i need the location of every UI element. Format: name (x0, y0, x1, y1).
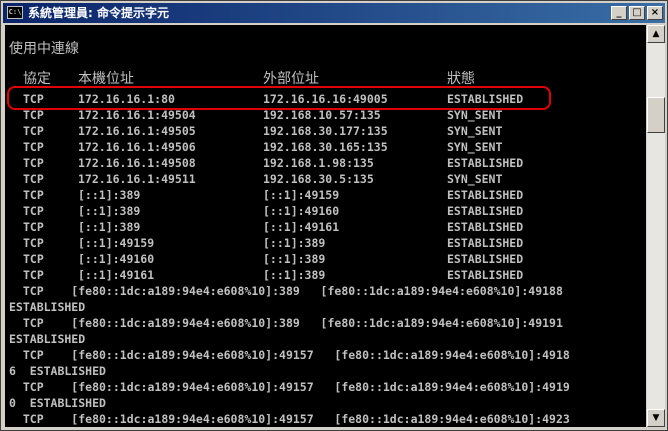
scroll-down-icon[interactable]: ▼ (647, 409, 665, 427)
row-state: SYN_SENT (447, 140, 503, 154)
console-line: TCP [fe80::1dc:a189:94e4:e608%10]:49157 … (9, 348, 570, 362)
row-state: ESTABLISHED (447, 204, 524, 218)
console-line: TCP [fe80::1dc:a189:94e4:e608%10]:389 [f… (9, 316, 563, 330)
table-row: TCP [::1]:389 [::1]:49160 ESTABLISHED (9, 203, 629, 219)
row-state: ESTABLISHED (447, 220, 524, 234)
row-foreign-address: [::1]:389 (263, 236, 326, 250)
row-state: ESTABLISHED (447, 156, 524, 170)
console-line: TCP [fe80::1dc:a189:94e4:e608%10]:49157 … (9, 380, 570, 394)
row-local-address: 172.16.16.1:49508 (78, 156, 196, 170)
row-protocol: TCP (23, 236, 44, 250)
row-state: ESTABLISHED (447, 268, 524, 282)
row-local-address: 172.16.16.1:49505 (78, 124, 196, 138)
table-row: TCP [::1]:49160 [::1]:389 ESTABLISHED (9, 251, 629, 267)
row-protocol: TCP (23, 204, 44, 218)
table-row: TCP 172.16.16.1:49505 192.168.30.177:135 SY… (9, 123, 629, 139)
row-protocol: TCP (23, 92, 44, 106)
console-output[interactable]: 使用中連線 協定 本機位址 外部位址 狀態 TCP 172.16.16.1:80 1… (5, 25, 646, 427)
row-local-address: [::1]:389 (78, 188, 141, 202)
vertical-scrollbar[interactable]: ▲ ▼ (647, 25, 665, 427)
row-foreign-address: 172.16.16.16:49005 (263, 92, 388, 106)
row-state: ESTABLISHED (447, 92, 524, 106)
table-row: TCP [::1]:49161 [::1]:389 ESTABLISHED (9, 267, 629, 283)
row-foreign-address: [::1]:389 (263, 252, 326, 266)
row-protocol: TCP (23, 220, 44, 234)
scroll-thumb[interactable] (647, 97, 665, 133)
console-line: TCP [fe80::1dc:a189:94e4:e608%10]:389 [f… (9, 284, 563, 298)
row-protocol: TCP (23, 252, 44, 266)
row-foreign-address: [::1]:49159 (263, 188, 340, 202)
header-foreign-address: 外部位址 (263, 71, 319, 87)
row-protocol: TCP (23, 156, 44, 170)
row-state: ESTABLISHED (447, 188, 524, 202)
scroll-up-icon[interactable]: ▲ (647, 25, 665, 43)
console-icon[interactable]: C:\ (7, 6, 23, 19)
row-foreign-address: [::1]:49161 (263, 220, 340, 234)
row-foreign-address: 192.168.1.98:135 (263, 156, 374, 170)
row-protocol: TCP (23, 188, 44, 202)
row-foreign-address: 192.168.10.57:135 (263, 108, 381, 122)
title-bar[interactable]: C:\ 系統管理員: 命令提示字元 _ □ × (3, 3, 665, 23)
row-local-address: 172.16.16.1:49506 (78, 140, 196, 154)
console-line: 6 ESTABLISHED (9, 364, 106, 378)
command-prompt-window: C:\ 系統管理員: 命令提示字元 _ □ × 使用中連線 協定 本機位址 外部… (0, 0, 668, 431)
console-line: ESTABLISHED (9, 332, 86, 346)
header-protocol: 協定 (23, 71, 51, 87)
row-protocol: TCP (23, 268, 44, 282)
table-row: TCP 172.16.16.1:49506 192.168.30.165:135 SY… (9, 139, 629, 155)
row-protocol: TCP (23, 172, 44, 186)
header-state: 狀態 (447, 71, 475, 87)
row-foreign-address: 192.168.30.5:135 (263, 172, 374, 186)
row-local-address: [::1]:49160 (78, 252, 155, 266)
row-local-address: [::1]:389 (78, 220, 141, 234)
row-state: SYN_SENT (447, 172, 503, 186)
row-foreign-address: 192.168.30.165:135 (263, 140, 388, 154)
close-button[interactable]: × (647, 6, 663, 20)
column-headers: 協定 本機位址 外部位址 狀態 (9, 71, 629, 87)
row-local-address: 172.16.16.1:80 (78, 92, 175, 106)
table-row: TCP [::1]:389 [::1]:49161 ESTABLISHED (9, 219, 629, 235)
row-local-address: [::1]:49161 (78, 268, 155, 282)
table-row: TCP 172.16.16.1:80 172.16.16.16:49005 ESTAB… (9, 91, 629, 107)
table-row: TCP [::1]:49159 [::1]:389 ESTABLISHED (9, 235, 629, 251)
section-title: 使用中連線 (9, 41, 79, 57)
row-local-address: 172.16.16.1:49511 (78, 172, 196, 186)
maximize-button[interactable]: □ (629, 6, 645, 20)
row-protocol: TCP (23, 140, 44, 154)
console-line: TCP [fe80::1dc:a189:94e4:e608%10]:49157 … (9, 412, 570, 426)
row-local-address: [::1]:389 (78, 204, 141, 218)
row-state: ESTABLISHED (447, 236, 524, 250)
minimize-button[interactable]: _ (611, 6, 627, 20)
header-local-address: 本機位址 (78, 71, 134, 87)
row-state: SYN_SENT (447, 108, 503, 122)
table-row: TCP [::1]:389 [::1]:49159 ESTABLISHED (9, 187, 629, 203)
console-line: ESTABLISHED (9, 300, 86, 314)
row-local-address: [::1]:49159 (78, 236, 155, 250)
table-row: TCP 172.16.16.1:49504 192.168.10.57:135 SYN… (9, 107, 629, 123)
console-line: 0 ESTABLISHED (9, 396, 106, 410)
row-protocol: TCP (23, 108, 44, 122)
row-foreign-address: [::1]:49160 (263, 204, 340, 218)
row-protocol: TCP (23, 124, 44, 138)
window-title: 系統管理員: 命令提示字元 (28, 6, 169, 20)
row-foreign-address: [::1]:389 (263, 268, 326, 282)
row-state: ESTABLISHED (447, 252, 524, 266)
row-foreign-address: 192.168.30.177:135 (263, 124, 388, 138)
row-state: SYN_SENT (447, 124, 503, 138)
table-row: TCP 172.16.16.1:49511 192.168.30.5:135 SYN_… (9, 171, 629, 187)
table-row: TCP 172.16.16.1:49508 192.168.1.98:135 ESTA… (9, 155, 629, 171)
row-local-address: 172.16.16.1:49504 (78, 108, 196, 122)
